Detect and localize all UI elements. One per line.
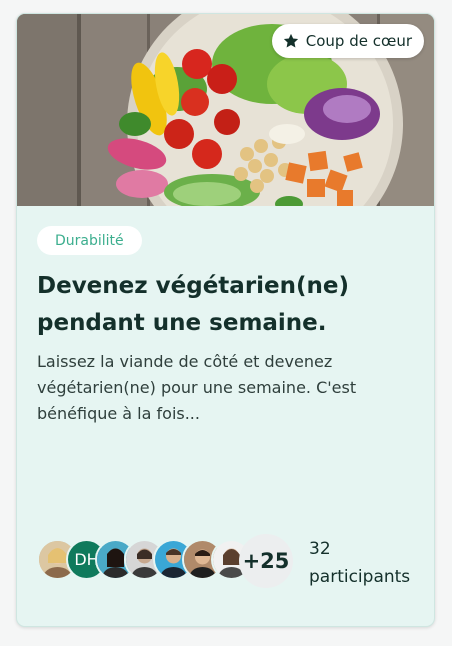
more-participants-count[interactable]: +25: [239, 534, 293, 588]
challenge-card[interactable]: Coup de cœur Durabilité Devenez végétari…: [16, 13, 435, 627]
favorite-badge-label: Coup de cœur: [305, 32, 412, 50]
favorite-badge: Coup de cœur: [271, 24, 424, 58]
challenge-description: Laissez la viande de côté et devenez vég…: [37, 352, 357, 423]
challenge-title[interactable]: Devenez végétarien(ne) pendant une semai…: [37, 268, 412, 342]
participants-label: participants: [309, 567, 411, 587]
participants-number: 32: [309, 539, 331, 559]
star-icon: [283, 33, 298, 48]
participants-count: 32 participants: [309, 535, 410, 591]
category-tag: Durabilité: [37, 226, 142, 255]
